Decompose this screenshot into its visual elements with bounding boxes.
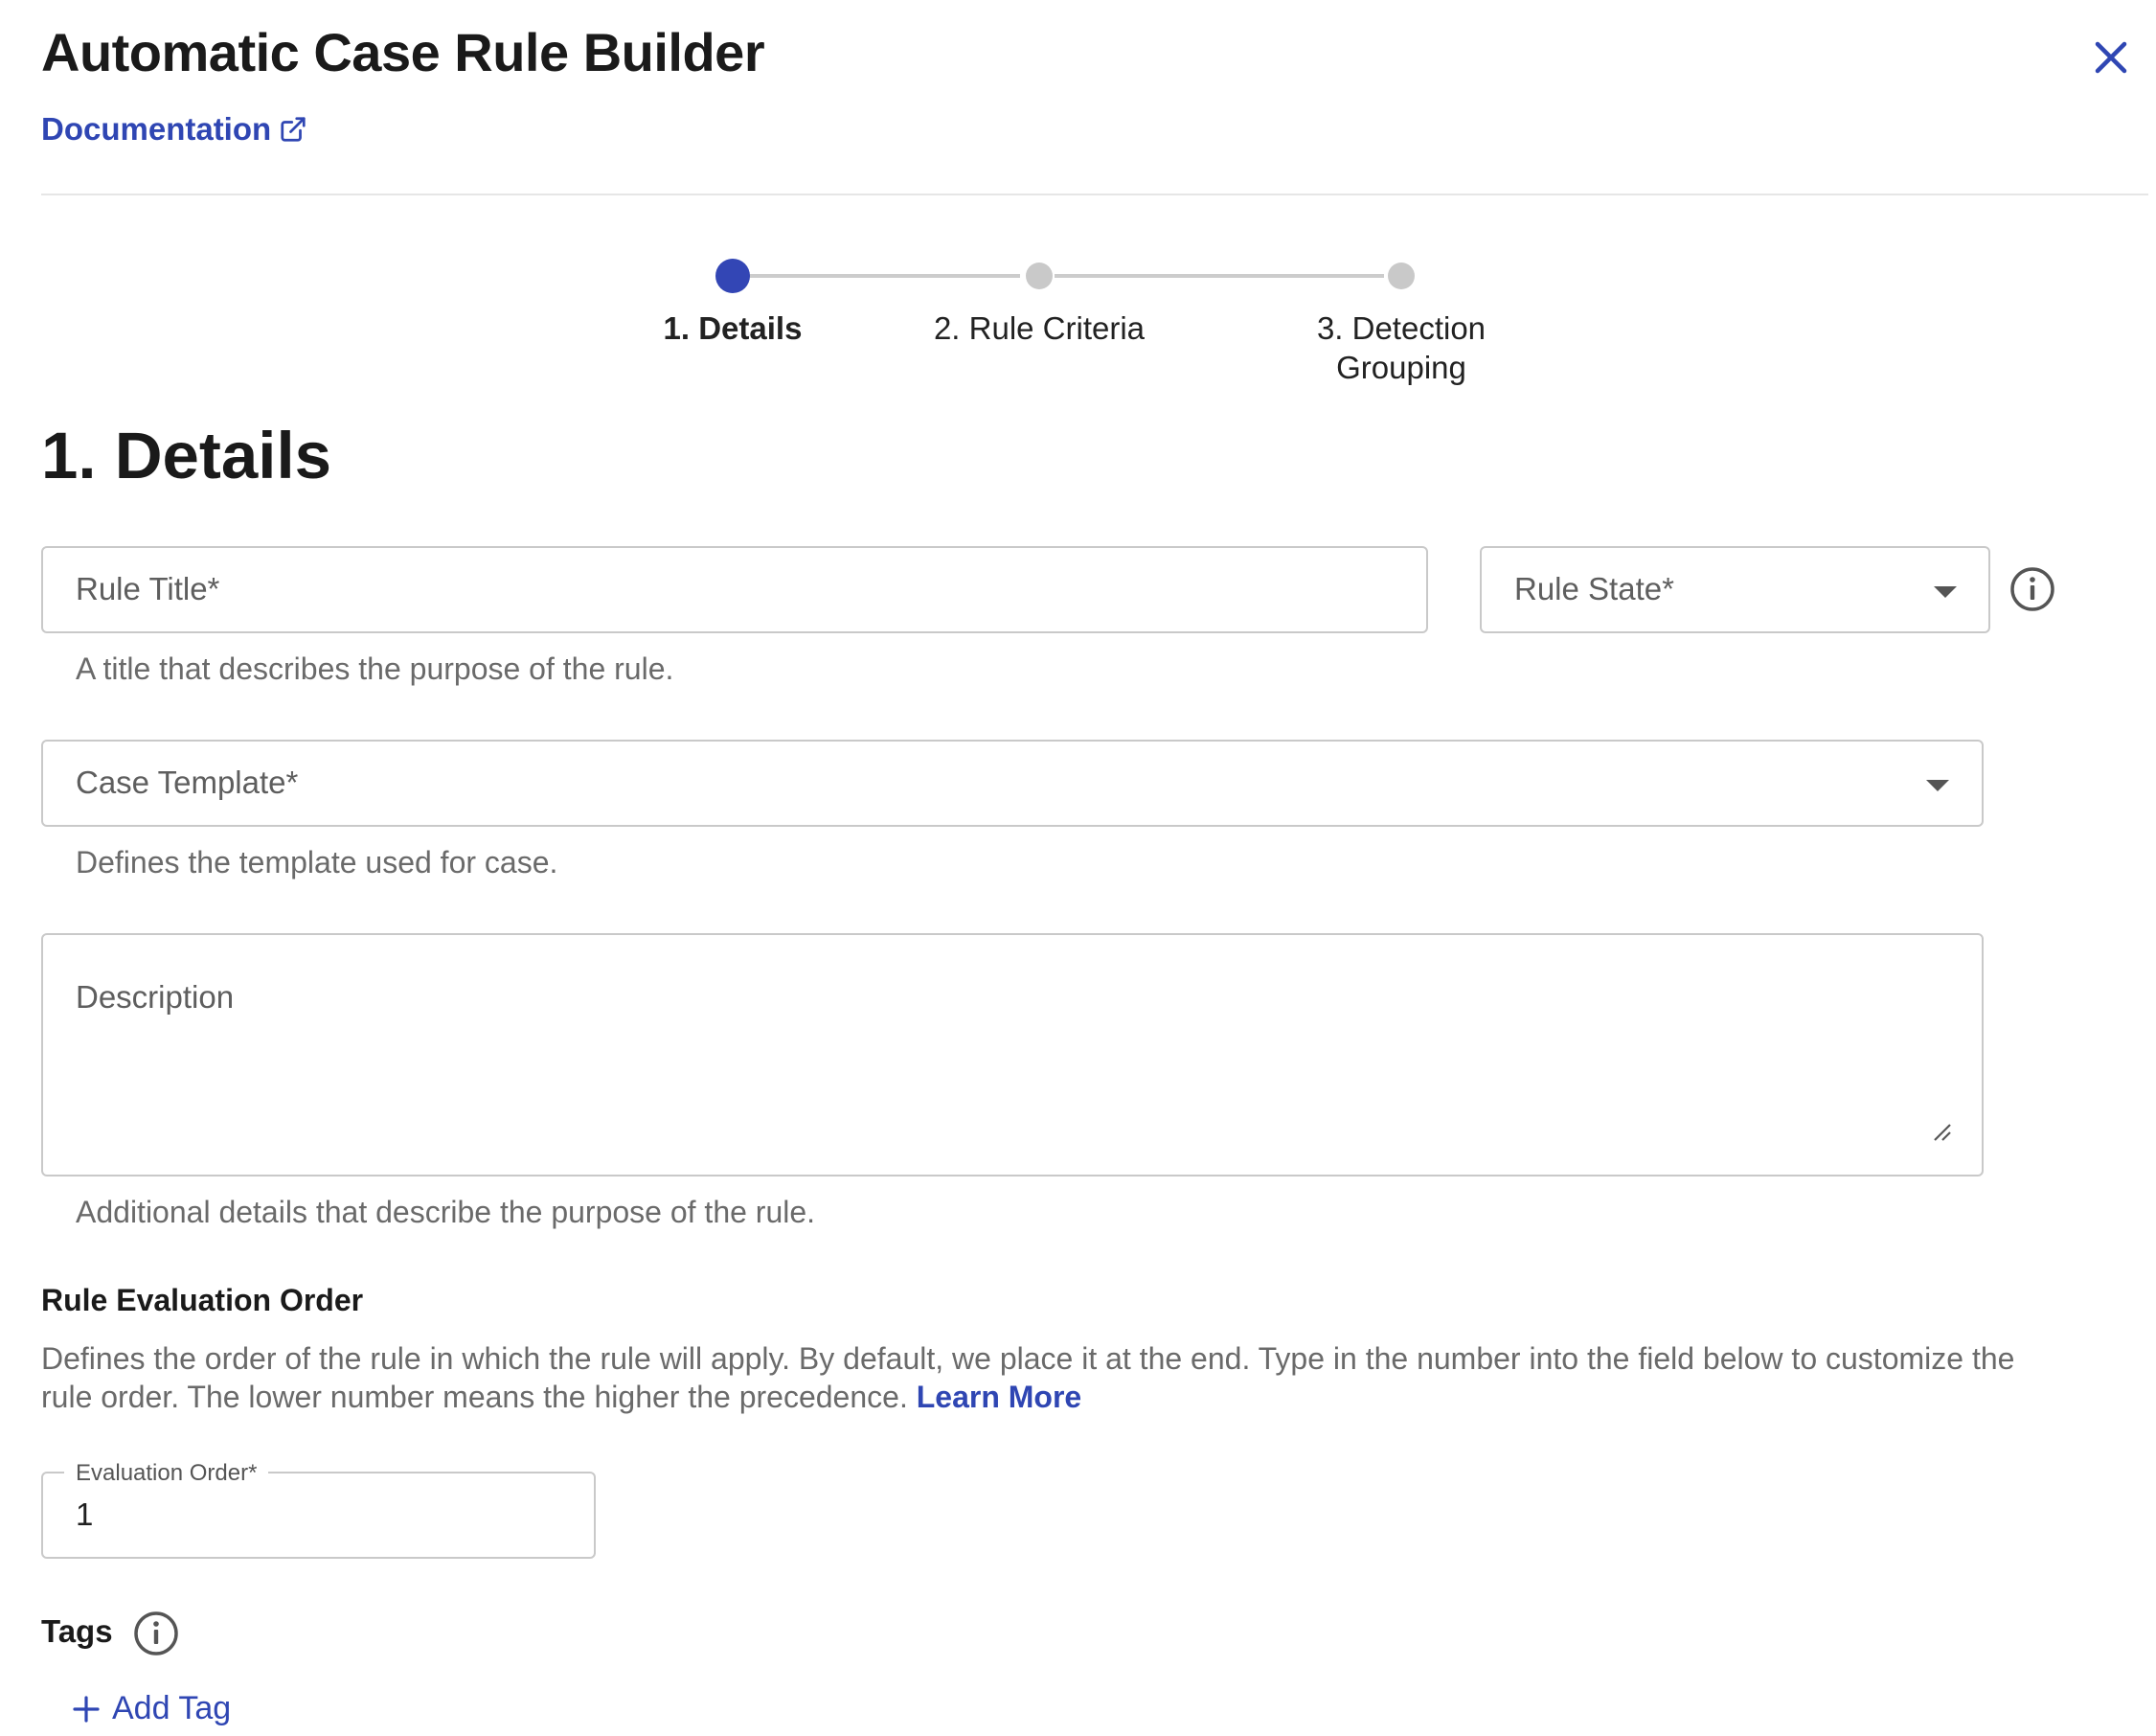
step-1-dot[interactable]	[715, 259, 750, 293]
rule-title-helper: A title that describes the purpose of th…	[76, 651, 674, 686]
add-tag-button[interactable]: Add Tag	[72, 1690, 231, 1727]
documentation-link[interactable]: Documentation	[41, 111, 307, 148]
case-template-helper: Defines the template used for case.	[76, 845, 558, 879]
documentation-link-label: Documentation	[41, 111, 272, 147]
step-1-label[interactable]: 1. Details	[637, 308, 828, 348]
description-textarea[interactable]: Description	[41, 933, 1984, 1176]
step-3-label-line-2: Grouping	[1336, 350, 1466, 385]
step-2-label[interactable]: 2. Rule Criteria	[915, 308, 1164, 348]
plus-icon	[73, 1695, 100, 1723]
evaluation-order-input[interactable]: Evaluation Order* 1	[41, 1460, 596, 1559]
tags-info-button[interactable]	[133, 1610, 179, 1656]
info-icon	[134, 1611, 178, 1656]
case-template-select[interactable]: Case Template*	[41, 740, 1984, 827]
chevron-down-icon	[1926, 780, 1949, 791]
description-helper: Additional details that describe the pur…	[76, 1195, 816, 1229]
rule-evaluation-description-line-1: Defines the order of the rule in which t…	[41, 1341, 2015, 1376]
rule-evaluation-heading: Rule Evaluation Order	[41, 1283, 364, 1317]
step-2-dot[interactable]	[1026, 263, 1053, 289]
external-link-icon	[281, 117, 306, 142]
add-tag-label: Add Tag	[112, 1690, 232, 1726]
chevron-down-icon	[1934, 586, 1957, 598]
section-heading: 1. Details	[41, 419, 331, 492]
close-button[interactable]	[2090, 36, 2132, 79]
step-3-label[interactable]: 3. Detection Grouping	[1286, 308, 1516, 387]
rule-state-select[interactable]: Rule State*	[1480, 546, 1990, 633]
case-template-placeholder: Case Template*	[76, 765, 299, 800]
evaluation-order-label: Evaluation Order*	[64, 1460, 269, 1487]
resize-handle-icon[interactable]	[1931, 1121, 1952, 1142]
rule-state-placeholder: Rule State*	[1514, 571, 1674, 606]
stepper-connector	[748, 274, 1020, 278]
evaluation-order-value: 1	[76, 1496, 94, 1532]
step-3-dot[interactable]	[1388, 263, 1415, 289]
rule-evaluation-description-text: rule order. The lower number means the h…	[41, 1380, 908, 1414]
header-divider	[41, 194, 2148, 195]
tags-label: Tags	[41, 1613, 113, 1649]
learn-more-link[interactable]: Learn More	[917, 1380, 1081, 1414]
page-title: Automatic Case Rule Builder	[41, 22, 765, 82]
step-3-label-line-1: 3. Detection	[1316, 310, 1487, 346]
rule-title-input[interactable]: Rule Title*	[41, 546, 1428, 633]
stepper-connector	[1055, 274, 1384, 278]
description-placeholder: Description	[76, 979, 235, 1015]
close-icon	[2095, 41, 2127, 74]
rule-title-placeholder: Rule Title*	[76, 571, 220, 606]
rule-state-info-button[interactable]	[2009, 566, 2055, 612]
rule-evaluation-description-line-2: rule order. The lower number means the h…	[41, 1378, 2148, 1416]
rule-evaluation-description: Defines the order of the rule in which t…	[41, 1339, 2148, 1416]
info-icon	[2010, 567, 2054, 611]
